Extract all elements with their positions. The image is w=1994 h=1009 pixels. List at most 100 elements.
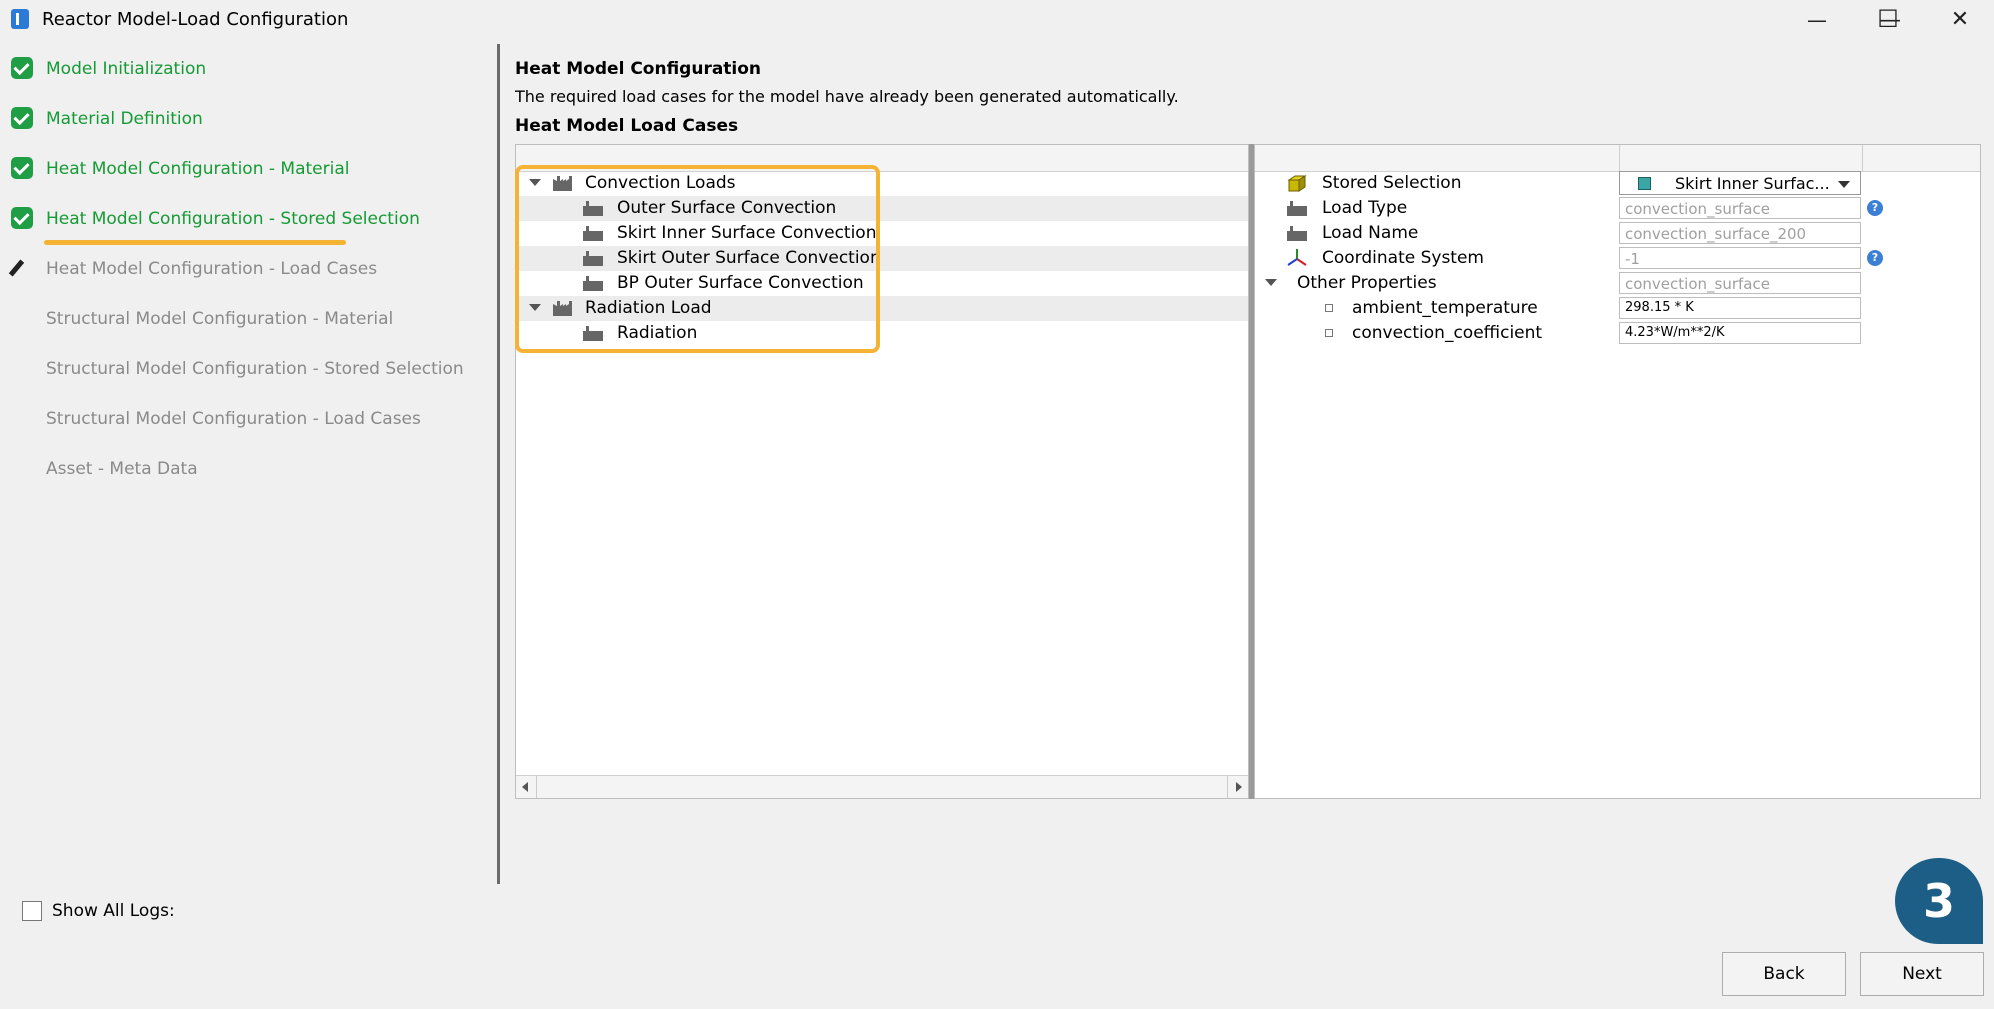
properties-header (1255, 145, 1980, 172)
load-icon (583, 200, 603, 216)
property-load-type: Load Type convection_surface ? (1255, 196, 1980, 221)
column-separator (1862, 145, 1863, 171)
minimize-button[interactable]: — (1787, 4, 1847, 36)
load-icon (1287, 225, 1307, 241)
load-icon (1287, 200, 1307, 216)
page-title: Heat Model Configuration (515, 59, 762, 79)
chevron-down-icon (1838, 181, 1850, 188)
pencil-icon (8, 259, 25, 277)
property-coordinate-system: Coordinate System -1 ? (1255, 246, 1980, 271)
load-cases-tree[interactable]: Convection Loads Outer Surface Convectio… (515, 144, 1249, 799)
tree-item-radiation[interactable]: Radiation (516, 321, 1248, 346)
property-label: ambient_temperature (1352, 298, 1538, 318)
maximize-button[interactable]: ☐ (1858, 3, 1918, 35)
help-icon[interactable]: ? (1867, 250, 1883, 266)
step-label: Model Initialization (46, 59, 207, 79)
show-all-logs-label: Show All Logs: (52, 901, 175, 921)
tree-item-label: Outer Surface Convection (617, 198, 837, 218)
step-model-initialization[interactable]: Model Initialization (0, 50, 490, 90)
column-separator (1619, 145, 1620, 171)
app-logo-icon (11, 9, 29, 29)
scroll-divider (536, 776, 537, 798)
property-load-name: Load Name convection_surface_200 (1255, 221, 1980, 246)
next-button[interactable]: Next (1860, 952, 1984, 996)
check-icon (11, 57, 33, 79)
load-icon (583, 325, 603, 341)
tree-item-label: Convection Loads (585, 173, 736, 193)
tree-header (516, 145, 1248, 172)
tree-item-label: Skirt Inner Surface Convection (617, 223, 877, 243)
help-icon[interactable]: ? (1867, 200, 1883, 216)
ambient-temperature-input[interactable]: 298.15 * K (1619, 297, 1861, 319)
step-material-definition[interactable]: Material Definition (0, 100, 490, 140)
step-label: Heat Model Configuration - Load Cases (46, 259, 378, 279)
tree-item-skirt-outer-surface-convection[interactable]: Skirt Outer Surface Convection (516, 246, 1248, 271)
step-label: Heat Model Configuration - Material (46, 159, 350, 179)
check-icon (11, 107, 33, 129)
selection-cube-icon (1287, 174, 1307, 197)
property-other-properties[interactable]: Other Properties convection_surface (1255, 271, 1980, 296)
show-all-logs-checkbox[interactable] (22, 901, 42, 921)
tree-item-label: Radiation (617, 323, 698, 343)
load-type-field: convection_surface (1619, 197, 1861, 219)
step-heat-load-cases[interactable]: Heat Model Configuration - Load Cases (0, 250, 490, 290)
step-structural-stored-selection[interactable]: Structural Model Configuration - Stored … (0, 350, 490, 390)
load-icon (583, 250, 603, 266)
tree-item-label: Skirt Outer Surface Convection (617, 248, 881, 268)
property-stored-selection: Stored Selection Skirt Inner Surfac... (1255, 171, 1980, 196)
tree-item-label: Radiation Load (585, 298, 712, 318)
load-icon (583, 275, 603, 291)
step-asset-meta-data[interactable]: Asset - Meta Data (0, 450, 490, 490)
step-label: Heat Model Configuration - Stored Select… (46, 209, 420, 229)
property-ambient-temperature: ambient_temperature 298.15 * K (1255, 296, 1980, 321)
properties-panel: Stored Selection Skirt Inner Surfac... L… (1254, 144, 1981, 799)
step-structural-material[interactable]: Structural Model Configuration - Materia… (0, 300, 490, 340)
stored-selection-dropdown[interactable]: Skirt Inner Surfac... (1619, 171, 1861, 195)
check-icon (11, 157, 33, 179)
convection-coefficient-input[interactable]: 4.23*W/m**2/K (1619, 322, 1861, 344)
scroll-left-icon[interactable] (522, 782, 528, 792)
back-button[interactable]: Back (1722, 952, 1846, 996)
step-structural-load-cases[interactable]: Structural Model Configuration - Load Ca… (0, 400, 490, 440)
expand-arrow-icon[interactable] (1265, 279, 1277, 286)
property-label: Load Type (1322, 198, 1408, 218)
title-bar: Reactor Model-Load Configuration — (0, 0, 1994, 40)
expand-arrow-icon[interactable] (529, 304, 541, 311)
coordinate-axes-icon (1287, 248, 1307, 273)
panel-divider (497, 44, 500, 884)
expand-arrow-icon[interactable] (529, 179, 541, 186)
step-heat-material[interactable]: Heat Model Configuration - Material (0, 150, 490, 190)
coordinate-system-field: -1 (1619, 247, 1861, 269)
tree-item-skirt-inner-surface-convection[interactable]: Skirt Inner Surface Convection (516, 221, 1248, 246)
load-name-field: convection_surface_200 (1619, 222, 1861, 244)
load-group-icon (553, 175, 573, 191)
tree-item-bp-outer-surface-convection[interactable]: BP Outer Surface Convection (516, 271, 1248, 296)
tree-group-convection-loads[interactable]: Convection Loads (516, 171, 1248, 196)
property-label: convection_coefficient (1352, 323, 1543, 343)
property-label: Other Properties (1297, 273, 1437, 293)
horizontal-scrollbar[interactable] (516, 775, 1248, 798)
step-label: Structural Model Configuration - Stored … (46, 359, 464, 379)
property-label: Stored Selection (1322, 173, 1462, 193)
property-convection-coefficient: convection_coefficient 4.23*W/m**2/K (1255, 321, 1980, 346)
dropdown-value: Skirt Inner Surfac... (1675, 174, 1830, 193)
property-label: Coordinate System (1322, 248, 1484, 268)
scroll-right-icon[interactable] (1236, 782, 1242, 792)
close-button[interactable]: ✕ (1930, 3, 1990, 35)
step-label: Asset - Meta Data (46, 459, 198, 479)
page-description: The required load cases for the model ha… (515, 87, 1179, 106)
current-step-underline (44, 240, 346, 245)
surface-cube-icon (1638, 177, 1651, 190)
property-bullet-icon (1325, 304, 1333, 312)
step-label: Structural Model Configuration - Load Ca… (46, 409, 421, 429)
property-label: Load Name (1322, 223, 1419, 243)
tree-group-radiation-load[interactable]: Radiation Load (516, 296, 1248, 321)
section-title: Heat Model Load Cases (515, 116, 739, 136)
step-number-badge: 3 (1895, 858, 1983, 944)
tree-item-outer-surface-convection[interactable]: Outer Surface Convection (516, 196, 1248, 221)
check-icon (11, 207, 33, 229)
step-label: Material Definition (46, 109, 203, 129)
property-bullet-icon (1325, 329, 1333, 337)
other-properties-field: convection_surface (1619, 272, 1861, 294)
step-heat-stored-selection[interactable]: Heat Model Configuration - Stored Select… (0, 200, 490, 240)
